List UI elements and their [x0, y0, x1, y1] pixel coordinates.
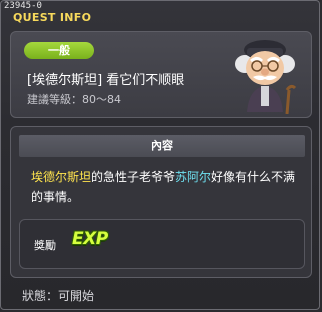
quest-id: 23945-0: [4, 1, 42, 11]
recommended-level: 建議等級：80～84: [27, 93, 121, 106]
npc-name-link: 苏阿尔: [175, 170, 212, 184]
quest-summary-card: 一般 [埃德尔斯坦] 看它们不顺眼 建議等級：80～84: [10, 31, 312, 118]
quest-info-window: 23945-0 QUEST INFO 一般 [埃德尔斯坦] 看它们不顺眼 建議等…: [0, 0, 320, 310]
window-title[interactable]: QUEST INFO: [13, 11, 91, 24]
content-header: 內容: [19, 135, 305, 157]
quest-type-tag: 一般: [24, 42, 94, 59]
desc-text: 的急性子老爷爷: [91, 170, 176, 184]
quest-description: 埃德尔斯坦的急性子老爷爷苏阿尔好像有什么不满的事情。: [31, 167, 301, 207]
quest-content-card: 內容 埃德尔斯坦的急性子老爷爷苏阿尔好像有什么不满的事情。 獎勵 EXP: [10, 126, 312, 278]
old-man-npc-icon: [235, 40, 297, 114]
npc-location-link: 埃德尔斯坦: [31, 170, 92, 184]
quest-status: 狀態：可開始: [22, 289, 95, 303]
quest-name: [埃德尔斯坦] 看它们不顺眼: [27, 73, 185, 88]
exp-reward-badge: EXP: [72, 229, 108, 249]
reward-box: 獎勵 EXP: [19, 219, 305, 269]
reward-label: 獎勵: [34, 239, 56, 252]
